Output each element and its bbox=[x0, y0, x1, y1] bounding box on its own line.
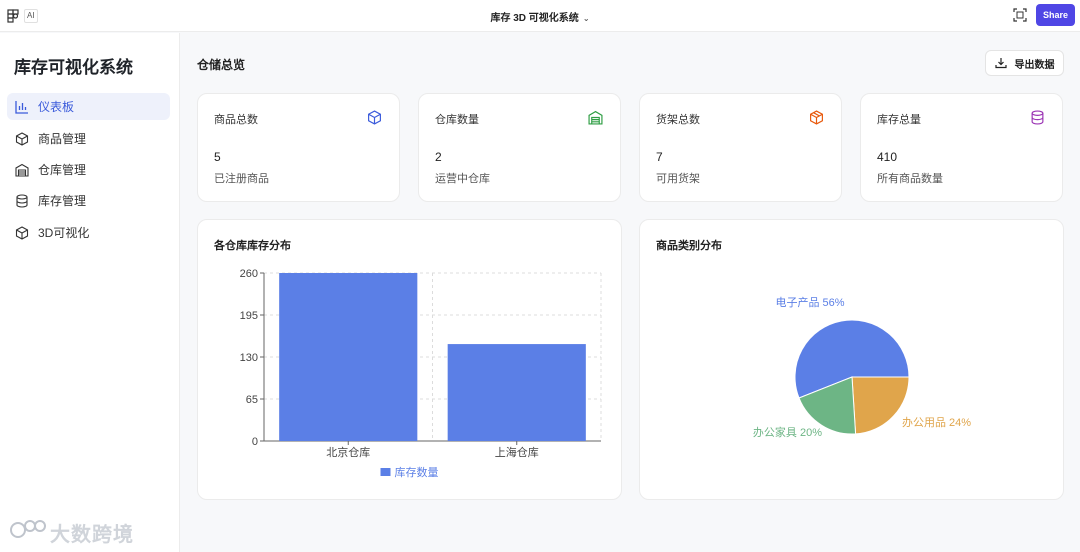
y-tick-label: 130 bbox=[240, 352, 258, 364]
export-label: 导出数据 bbox=[1014, 59, 1055, 71]
bar-chart-card: 各仓库库存分布 0 65 130 195 260 北京仓库 上海仓库 库存数量 bbox=[197, 219, 622, 500]
stat-subtitle: 可用货架 bbox=[656, 173, 700, 185]
x-tick-label: 北京仓库 bbox=[326, 445, 370, 459]
stat-value: 410 bbox=[877, 150, 898, 164]
page-title: 仓储总览 bbox=[197, 58, 246, 72]
export-data-button[interactable]: 导出数据 bbox=[985, 50, 1064, 76]
bar bbox=[279, 273, 418, 441]
chevron-down-icon: ⌄ bbox=[582, 14, 590, 23]
stat-subtitle: 运营中仓库 bbox=[435, 173, 490, 185]
warehouse-icon bbox=[588, 110, 603, 125]
sidebar-item-label: 仪表板 bbox=[38, 100, 75, 114]
database-icon bbox=[1031, 110, 1044, 125]
bar-chart-icon bbox=[15, 100, 28, 114]
stat-subtitle: 已注册商品 bbox=[214, 173, 269, 185]
download-icon bbox=[994, 58, 1007, 69]
box-icon bbox=[368, 110, 381, 125]
package-icon bbox=[810, 110, 823, 125]
stat-card-shelves: 货架总数 7 可用货架 bbox=[639, 93, 842, 202]
sidebar-item-label: 3D可视化 bbox=[38, 226, 90, 240]
sidebar-item-products[interactable]: 商品管理 bbox=[7, 125, 170, 152]
sidebar-title: 库存可视化系统 bbox=[14, 58, 133, 77]
database-icon bbox=[16, 193, 28, 208]
app-title[interactable]: 库存 3D 可视化系统 ⌄ bbox=[0, 9, 1080, 24]
legend-label: 库存数量 bbox=[395, 465, 439, 479]
stat-card-warehouses: 仓库数量 2 运营中仓库 bbox=[418, 93, 621, 202]
sidebar-item-label: 商品管理 bbox=[38, 132, 87, 146]
legend-swatch bbox=[380, 468, 391, 476]
scan-icon[interactable] bbox=[1013, 8, 1027, 22]
sidebar-item-inventory[interactable]: 库存管理 bbox=[7, 187, 170, 214]
sidebar-item-3d[interactable]: 3D可视化 bbox=[7, 219, 170, 246]
box-icon bbox=[15, 131, 29, 146]
watermark-text: 大数跨境 bbox=[50, 524, 134, 546]
pie-chart: 电子产品 56% 办公用品 24% 办公家具 20% bbox=[753, 295, 971, 439]
sidebar-item-label: 仓库管理 bbox=[38, 163, 87, 177]
bar-chart: 0 65 130 195 260 北京仓库 上海仓库库存数量 bbox=[240, 268, 602, 479]
top-bar: AI 库存 3D 可视化系统 ⌄ Share bbox=[0, 0, 1080, 32]
y-tick-label: 65 bbox=[246, 394, 258, 406]
sidebar-item-warehouses[interactable]: 仓库管理 bbox=[7, 156, 170, 183]
stat-value: 5 bbox=[214, 150, 221, 164]
bar bbox=[447, 344, 586, 441]
pie-label: 办公用品 24% bbox=[902, 416, 971, 429]
pie-slice bbox=[851, 376, 910, 435]
sidebar-item-label: 库存管理 bbox=[38, 194, 87, 208]
y-tick-label: 195 bbox=[240, 310, 258, 322]
stat-value: 7 bbox=[656, 150, 663, 164]
stat-card-inventory: 库存总量 410 所有商品数量 bbox=[860, 93, 1063, 202]
stat-label: 仓库数量 bbox=[435, 114, 479, 126]
warehouse-icon bbox=[15, 163, 29, 177]
stat-label: 库存总量 bbox=[877, 114, 921, 126]
pie-chart-card: 商品类别分布 电子产品 56% 办公用品 24% 办公家具 20% bbox=[639, 219, 1064, 500]
stat-label: 货架总数 bbox=[656, 114, 700, 126]
y-tick-label: 0 bbox=[252, 436, 258, 448]
sidebar: 库存可视化系统 仪表板 商品管理 仓库管理 库存管理 3D可视化 bbox=[0, 33, 180, 552]
stat-subtitle: 所有商品数量 bbox=[877, 173, 943, 185]
x-tick-label: 上海仓库 bbox=[495, 445, 539, 459]
cube-icon bbox=[15, 225, 29, 240]
stat-card-products: 商品总数 5 已注册商品 bbox=[197, 93, 400, 202]
stat-value: 2 bbox=[435, 150, 442, 164]
share-button[interactable]: Share bbox=[1036, 4, 1075, 26]
sidebar-item-dashboard[interactable]: 仪表板 bbox=[7, 93, 170, 120]
y-tick-label: 260 bbox=[240, 268, 258, 280]
stat-label: 商品总数 bbox=[214, 114, 258, 126]
pie-label: 电子产品 56% bbox=[775, 295, 844, 309]
pie-label: 办公家具 20% bbox=[753, 425, 822, 439]
